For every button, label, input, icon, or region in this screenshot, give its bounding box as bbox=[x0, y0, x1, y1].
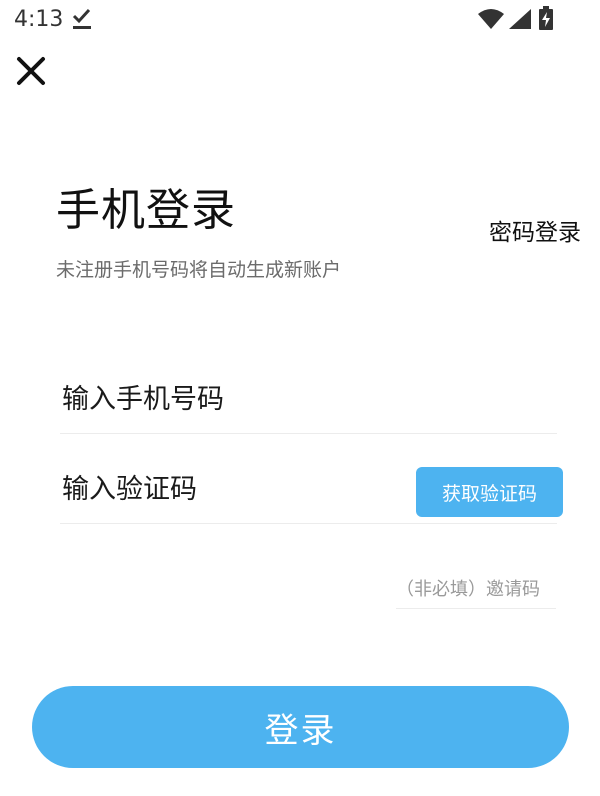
close-button[interactable] bbox=[12, 52, 50, 90]
invite-code-input[interactable] bbox=[396, 573, 556, 605]
close-icon bbox=[17, 57, 45, 85]
page-subtitle: 未注册手机号码将自动生成新账户 bbox=[56, 259, 342, 281]
phone-input-row bbox=[60, 360, 557, 434]
download-done-icon bbox=[72, 8, 91, 29]
status-time: 4:13 bbox=[14, 7, 64, 32]
invite-code-row bbox=[396, 565, 556, 609]
password-login-link[interactable]: 密码登录 bbox=[489, 213, 581, 247]
phone-input[interactable] bbox=[62, 374, 402, 424]
login-button[interactable]: 登录 bbox=[32, 686, 569, 768]
page-title: 手机登录 bbox=[56, 185, 236, 236]
get-code-button[interactable]: 获取验证码 bbox=[416, 467, 563, 517]
verification-code-input[interactable] bbox=[62, 464, 402, 514]
signal-icon bbox=[509, 9, 531, 29]
wifi-icon bbox=[478, 9, 504, 29]
code-input-row: 获取验证码 bbox=[60, 450, 563, 524]
status-bar: 4:13 bbox=[0, 0, 600, 40]
login-screen: 4:13 手机登录 密码登录 未注册手机号码将自动生成新账户 获取验证码 bbox=[0, 0, 600, 796]
battery-charging-icon bbox=[539, 6, 553, 30]
